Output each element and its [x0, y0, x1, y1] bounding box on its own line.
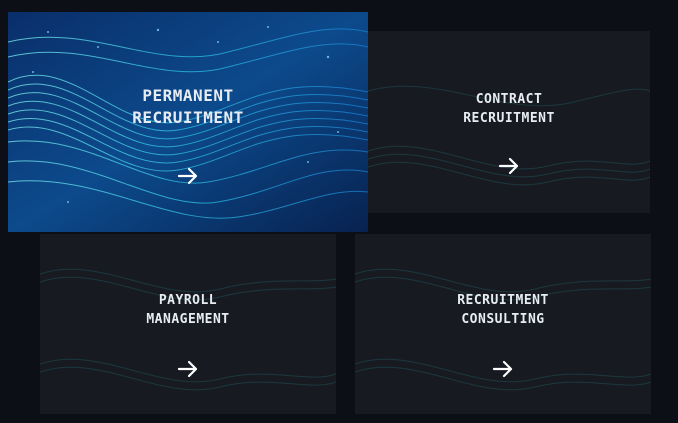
card-title-line: RECRUITMENT	[132, 108, 244, 127]
card-title-line: MANAGEMENT	[146, 312, 230, 327]
card-title-line: PAYROLL	[158, 293, 218, 308]
card-title: PERMANENT RECRUITMENT	[132, 85, 243, 129]
arrow-right-icon[interactable]	[491, 357, 515, 385]
card-title-line: CONTRACT	[475, 92, 543, 107]
card-title-line: CONSULTING	[461, 312, 545, 327]
card-title-line: RECRUITMENT	[457, 293, 549, 308]
service-card-payroll-management[interactable]: PAYROLL MANAGEMENT	[40, 234, 336, 414]
card-title-line: PERMANENT	[142, 86, 234, 105]
arrow-right-icon[interactable]	[497, 154, 521, 182]
card-title: PAYROLL MANAGEMENT	[146, 291, 229, 329]
card-content: PAYROLL MANAGEMENT	[40, 234, 336, 414]
arrow-right-icon[interactable]	[176, 164, 200, 192]
card-title-line: RECRUITMENT	[463, 111, 555, 126]
arrow-right-icon[interactable]	[176, 357, 200, 385]
service-card-contract-recruitment[interactable]: CONTRACT RECRUITMENT	[368, 31, 650, 213]
service-card-recruitment-consulting[interactable]: RECRUITMENT CONSULTING	[355, 234, 651, 414]
card-content: CONTRACT RECRUITMENT	[368, 31, 650, 213]
card-content: PERMANENT RECRUITMENT	[8, 12, 368, 232]
service-card-permanent-recruitment[interactable]: PERMANENT RECRUITMENT	[8, 12, 368, 232]
card-title: RECRUITMENT CONSULTING	[457, 291, 549, 329]
card-title: CONTRACT RECRUITMENT	[463, 90, 555, 128]
card-content: RECRUITMENT CONSULTING	[355, 234, 651, 414]
services-grid: PERMANENT RECRUITMENT CONTRACT RECRUITME…	[0, 0, 678, 423]
